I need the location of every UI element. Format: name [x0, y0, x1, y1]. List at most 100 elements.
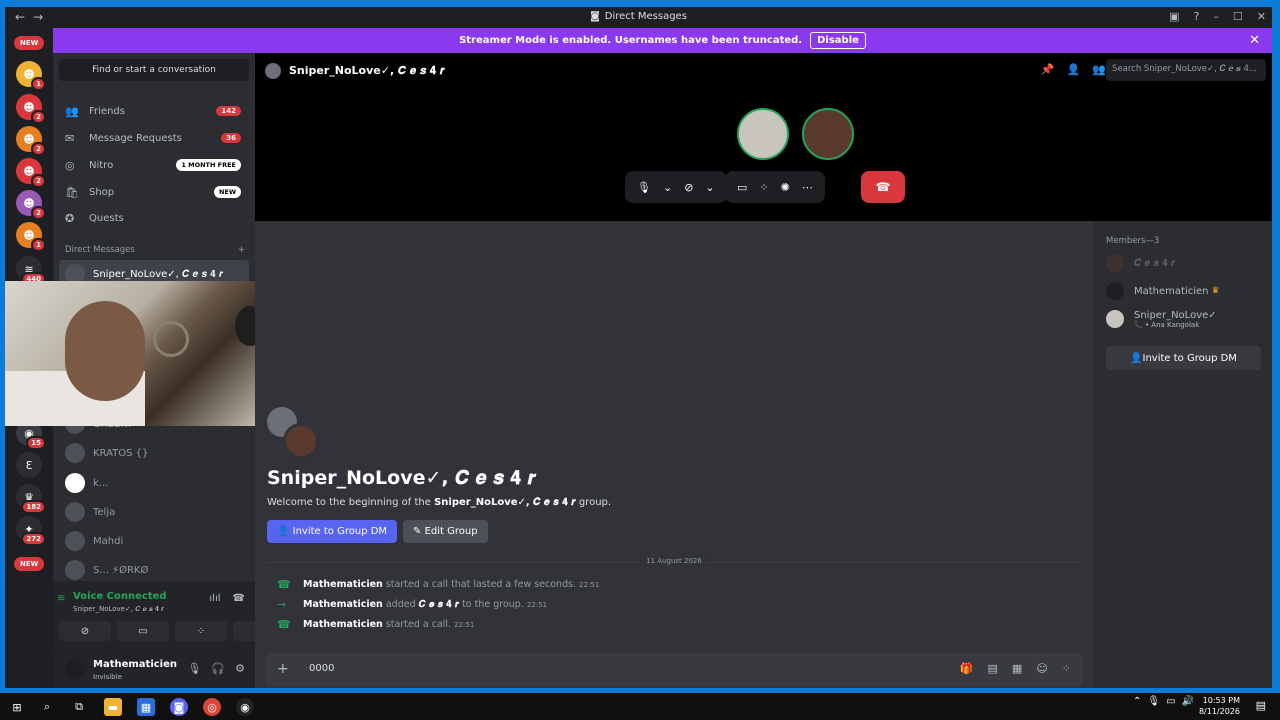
close-banner-icon[interactable]: ✕ [1249, 33, 1260, 48]
signal-icon[interactable]: ≋ [57, 593, 65, 604]
microphone-icon[interactable]: 🎙 [637, 181, 651, 194]
soundboard-icon[interactable]: ✺ [781, 181, 790, 194]
microphone-icon[interactable]: 🎙 [1147, 696, 1160, 707]
shop-icon: 🛍 [65, 185, 79, 199]
back-icon[interactable]: ← [15, 10, 25, 24]
discord-icon[interactable]: ◙ [170, 698, 188, 716]
server-icon[interactable]: ☻ 1 [16, 222, 46, 252]
friends-icon: 👥 [65, 104, 79, 118]
server-icon[interactable]: ☻ 2 [16, 126, 46, 156]
gif-icon[interactable]: ▤ [988, 662, 998, 675]
file-explorer-icon[interactable]: ▬ [104, 698, 122, 716]
member-item[interactable]: Mathematicien ♛ [1106, 279, 1266, 303]
maximize-icon[interactable]: ☐ [1233, 10, 1243, 23]
member-list: Members—3 𝑪 𝒆 𝒔 𝟒 𝒓 Mathematicien ♛ Snip… [1093, 221, 1272, 688]
inbox-icon[interactable]: ▣ [1169, 10, 1179, 23]
noise-suppression-icon[interactable]: ılıl [209, 593, 220, 604]
store-icon[interactable]: ▦ [137, 698, 155, 716]
chevron-down-icon[interactable]: ⌄ [705, 181, 714, 194]
obs-icon[interactable]: ◉ [236, 698, 254, 716]
close-window-icon[interactable]: ✕ [1257, 10, 1266, 23]
server-icon[interactable]: ☻ 2 [16, 94, 46, 124]
quests-icon: ✪ [65, 211, 75, 225]
add-friends-icon[interactable]: 👤 [1067, 63, 1081, 76]
microphone-icon[interactable]: 🎙 [187, 662, 201, 675]
avatar [65, 531, 85, 551]
forward-icon[interactable]: → [33, 10, 43, 24]
hang-up-button[interactable]: ☎ [861, 171, 905, 203]
server-icon[interactable]: ☻ 1 [16, 61, 46, 91]
gear-icon[interactable]: ⚙ [235, 662, 245, 675]
chevron-up-icon[interactable]: ⌃ [1133, 696, 1141, 707]
member-list-icon[interactable]: 👥 [1092, 63, 1106, 76]
gift-icon[interactable]: 🎁 [960, 662, 974, 675]
help-icon[interactable]: ? [1194, 10, 1200, 23]
count-badge: 142 [216, 106, 241, 116]
apps-icon[interactable]: ⁘ [1062, 662, 1071, 675]
avatar [1106, 282, 1124, 300]
notifications-icon[interactable]: ▤ [1256, 699, 1266, 712]
member-item[interactable]: 𝑪 𝒆 𝒔 𝟒 𝒓 [1106, 251, 1266, 275]
participant-avatar[interactable] [802, 108, 854, 160]
edit-group-button[interactable]: ✎ Edit Group [403, 520, 488, 543]
dm-item[interactable]: Telja [59, 498, 249, 526]
more-icon[interactable]: ⋯ [802, 181, 813, 194]
nav-message-requests[interactable]: ✉ Message Requests 36 [59, 126, 249, 150]
dm-section-header: Direct Messages + [65, 245, 245, 255]
dm-item[interactable]: Mahdi [59, 527, 249, 555]
date-divider: 11 August 2026 [267, 557, 1081, 565]
disconnect-icon[interactable]: ☎ [233, 593, 245, 604]
message-composer[interactable]: + 0000 🎁 ▤ ▦ ☺ ⁘ [265, 653, 1083, 687]
group-avatar [265, 63, 281, 79]
message-input[interactable]: 0000 [309, 663, 334, 674]
server-icon[interactable]: ☻ 2 [16, 158, 46, 188]
task-view-icon[interactable]: ⧉ [70, 698, 88, 716]
server-icon[interactable]: Ɛ [16, 452, 42, 478]
activities-icon[interactable]: ⁘ [175, 621, 227, 641]
nav-shop[interactable]: 🛍 Shop NEW [59, 180, 249, 204]
avatar[interactable] [65, 659, 85, 679]
dm-item[interactable]: k... [59, 469, 249, 497]
screen-share-icon[interactable]: ▭ [117, 621, 169, 641]
server-icon[interactable]: ♛ 182 [16, 484, 46, 514]
camera-off-icon[interactable]: ⊘ [684, 181, 693, 194]
headphones-icon[interactable]: 🎧 [211, 662, 225, 675]
participant-avatar[interactable] [737, 108, 789, 160]
search-input[interactable]: Search Sniper_NoLove✓, 𝑪 𝒆 𝒔 4... [1106, 59, 1266, 81]
server-icon[interactable]: ☻ 2 [16, 190, 46, 220]
nav-quests[interactable]: ✪ Quests [59, 206, 249, 230]
dm-item[interactable]: S... ⚡ØRKØ [59, 556, 249, 584]
network-icon[interactable]: ▭ [1166, 696, 1175, 707]
server-icon[interactable]: ≋ 440 [16, 256, 46, 286]
invite-to-group-button[interactable]: 👤 Invite to Group DM [1106, 346, 1261, 370]
pin-icon[interactable]: 📌 [1041, 63, 1055, 76]
create-dm-icon[interactable]: + [238, 245, 245, 255]
chrome-icon[interactable]: ◎ [203, 698, 221, 716]
wall-decoration [153, 321, 189, 357]
activities-icon[interactable]: ⁘ [759, 181, 768, 194]
dm-item[interactable]: KRATOS {} [59, 439, 249, 467]
nav-friends[interactable]: 👥 Friends 142 [59, 99, 249, 123]
camera-off-icon[interactable]: ⊘ [59, 621, 111, 641]
phone-icon: ☎ [277, 618, 291, 631]
username[interactable]: Mathematicien [93, 659, 177, 670]
chevron-down-icon[interactable]: ⌄ [663, 181, 672, 194]
invite-to-group-button[interactable]: 👤 Invite to Group DM [267, 520, 398, 543]
volume-icon[interactable]: 🔊 [1182, 696, 1194, 707]
search-icon[interactable]: ⌕ [38, 698, 56, 716]
sticker-icon[interactable]: ▦ [1012, 662, 1022, 675]
add-attachment-icon[interactable]: + [277, 661, 289, 677]
nav-nitro[interactable]: ◎ Nitro 1 MONTH FREE [59, 153, 249, 177]
windows-start-icon[interactable]: ⊞ [8, 698, 26, 716]
voice-status[interactable]: Voice Connected [73, 591, 167, 602]
server-icon[interactable]: ✦ 272 [16, 516, 46, 546]
minimize-icon[interactable]: – [1213, 10, 1219, 23]
disable-streamer-mode-button[interactable]: Disable [810, 32, 866, 49]
emoji-icon[interactable]: ☺ [1036, 662, 1047, 675]
clock[interactable]: 10:53 PM 8/11/2026 [1199, 695, 1240, 717]
screen-share-icon[interactable]: ▭ [737, 181, 747, 194]
streamer-mode-banner: Streamer Mode is enabled. Usernames have… [53, 28, 1272, 53]
member-item[interactable]: Sniper_NoLove✓ 📞 • Ana Kangolak [1106, 307, 1266, 331]
find-conversation-button[interactable]: Find or start a conversation [59, 59, 249, 81]
avatar [283, 423, 319, 459]
